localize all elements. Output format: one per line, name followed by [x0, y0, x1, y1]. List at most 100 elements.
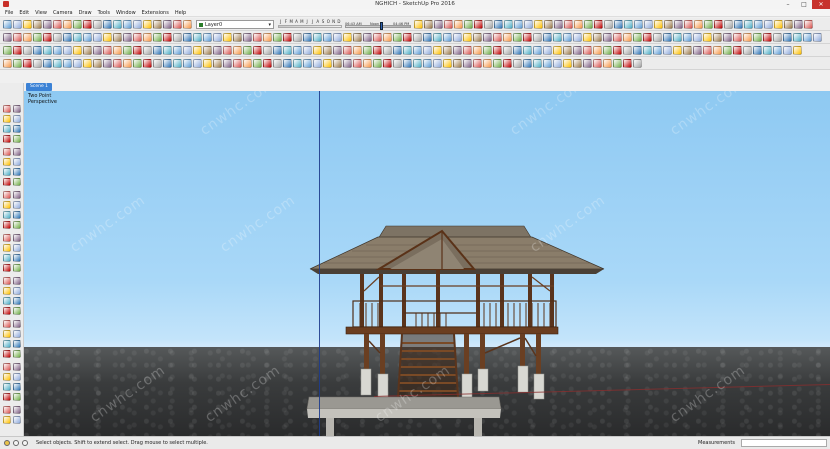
toolbar-tool-icon[interactable] [333, 59, 342, 68]
shadow-month-scale[interactable]: J F M A M J J A S O N D [278, 19, 342, 24]
toolbar-tool-icon[interactable] [763, 33, 772, 42]
toolbar-tool-icon[interactable] [473, 33, 482, 42]
toolbar-tool-icon[interactable] [654, 20, 663, 29]
time-slider-thumb[interactable] [380, 22, 383, 30]
toolbar-tool-icon[interactable] [424, 20, 433, 29]
large-tool-icon[interactable] [13, 287, 21, 295]
toolbar-tool-icon[interactable] [13, 46, 22, 55]
large-tool-icon[interactable] [3, 221, 11, 229]
toolbar-tool-icon[interactable] [193, 33, 202, 42]
toolbar-tool-icon[interactable] [783, 33, 792, 42]
toolbar-tool-icon[interactable] [403, 33, 412, 42]
toolbar-tool-icon[interactable] [373, 46, 382, 55]
menu-help[interactable]: Help [172, 9, 189, 16]
toolbar-tool-icon[interactable] [163, 20, 172, 29]
toolbar-tool-icon[interactable] [263, 33, 272, 42]
toolbar-tool-icon[interactable] [273, 33, 282, 42]
toolbar-tool-icon[interactable] [123, 20, 132, 29]
large-tool-icon[interactable] [3, 340, 11, 348]
shadow-time-slider[interactable] [345, 25, 411, 28]
toolbar-tool-icon[interactable] [694, 20, 703, 29]
large-tool-icon[interactable] [13, 178, 21, 186]
toolbar-tool-icon[interactable] [293, 33, 302, 42]
toolbar-tool-icon[interactable] [203, 46, 212, 55]
toolbar-tool-icon[interactable] [563, 46, 572, 55]
toolbar-tool-icon[interactable] [203, 59, 212, 68]
toolbar-tool-icon[interactable] [803, 33, 812, 42]
large-tool-icon[interactable] [3, 244, 11, 252]
toolbar-tool-icon[interactable] [433, 59, 442, 68]
toolbar-tool-icon[interactable] [663, 33, 672, 42]
large-tool-icon[interactable] [13, 320, 21, 328]
toolbar-tool-icon[interactable] [673, 33, 682, 42]
toolbar-tool-icon[interactable] [133, 46, 142, 55]
toolbar-tool-icon[interactable] [463, 59, 472, 68]
toolbar-tool-icon[interactable] [513, 33, 522, 42]
toolbar-tool-icon[interactable] [313, 46, 322, 55]
toolbar-tool-icon[interactable] [723, 33, 732, 42]
toolbar-tool-icon[interactable] [753, 46, 762, 55]
toolbar-tool-icon[interactable] [173, 20, 182, 29]
toolbar-tool-icon[interactable] [633, 59, 642, 68]
toolbar-tool-icon[interactable] [153, 33, 162, 42]
toolbar-tool-icon[interactable] [413, 46, 422, 55]
toolbar-tool-icon[interactable] [613, 46, 622, 55]
toolbar-tool-icon[interactable] [563, 59, 572, 68]
large-tool-icon[interactable] [3, 105, 11, 113]
toolbar-tool-icon[interactable] [213, 33, 222, 42]
toolbar-tool-icon[interactable] [733, 33, 742, 42]
toolbar-tool-icon[interactable] [133, 33, 142, 42]
toolbar-tool-icon[interactable] [554, 20, 563, 29]
toolbar-tool-icon[interactable] [283, 33, 292, 42]
toolbar-tool-icon[interactable] [533, 59, 542, 68]
toolbar-tool-icon[interactable] [744, 20, 753, 29]
toolbar-tool-icon[interactable] [414, 20, 423, 29]
toolbar-tool-icon[interactable] [454, 20, 463, 29]
toolbar-tool-icon[interactable] [463, 33, 472, 42]
toolbar-tool-icon[interactable] [303, 59, 312, 68]
large-tool-icon[interactable] [13, 297, 21, 305]
toolbar-tool-icon[interactable] [513, 59, 522, 68]
toolbar-tool-icon[interactable] [493, 33, 502, 42]
toolbar-tool-icon[interactable] [243, 46, 252, 55]
toolbar-tool-icon[interactable] [383, 59, 392, 68]
toolbar-tool-icon[interactable] [423, 46, 432, 55]
toolbar-tool-icon[interactable] [513, 46, 522, 55]
large-tool-icon[interactable] [13, 264, 21, 272]
toolbar-tool-icon[interactable] [734, 20, 743, 29]
toolbar-tool-icon[interactable] [303, 33, 312, 42]
toolbar-tool-icon[interactable] [23, 20, 32, 29]
large-tool-icon[interactable] [13, 158, 21, 166]
toolbar-tool-icon[interactable] [383, 33, 392, 42]
toolbar-tool-icon[interactable] [813, 33, 822, 42]
toolbar-tool-icon[interactable] [603, 46, 612, 55]
toolbar-tool-icon[interactable] [743, 46, 752, 55]
maximize-button[interactable]: □ [796, 0, 812, 9]
toolbar-tool-icon[interactable] [13, 59, 22, 68]
toolbar-tool-icon[interactable] [83, 59, 92, 68]
toolbar-tool-icon[interactable] [283, 59, 292, 68]
toolbar-tool-icon[interactable] [713, 33, 722, 42]
toolbar-tool-icon[interactable] [473, 59, 482, 68]
toolbar-tool-icon[interactable] [113, 20, 122, 29]
measurements-input[interactable] [741, 439, 827, 447]
toolbar-tool-icon[interactable] [273, 46, 282, 55]
toolbar-tool-icon[interactable] [593, 59, 602, 68]
toolbar-tool-icon[interactable] [573, 46, 582, 55]
toolbar-tool-icon[interactable] [113, 33, 122, 42]
toolbar-tool-icon[interactable] [33, 20, 42, 29]
toolbar-tool-icon[interactable] [724, 20, 733, 29]
toolbar-tool-icon[interactable] [763, 46, 772, 55]
toolbar-tool-icon[interactable] [133, 20, 142, 29]
toolbar-tool-icon[interactable] [743, 33, 752, 42]
toolbar-tool-icon[interactable] [183, 46, 192, 55]
large-tool-icon[interactable] [13, 340, 21, 348]
toolbar-tool-icon[interactable] [313, 59, 322, 68]
toolbar-tool-icon[interactable] [703, 46, 712, 55]
toolbar-tool-icon[interactable] [213, 59, 222, 68]
credits-icon[interactable] [13, 440, 19, 446]
toolbar-tool-icon[interactable] [173, 46, 182, 55]
toolbar-tool-icon[interactable] [793, 33, 802, 42]
toolbar-tool-icon[interactable] [3, 20, 12, 29]
toolbar-tool-icon[interactable] [403, 46, 412, 55]
